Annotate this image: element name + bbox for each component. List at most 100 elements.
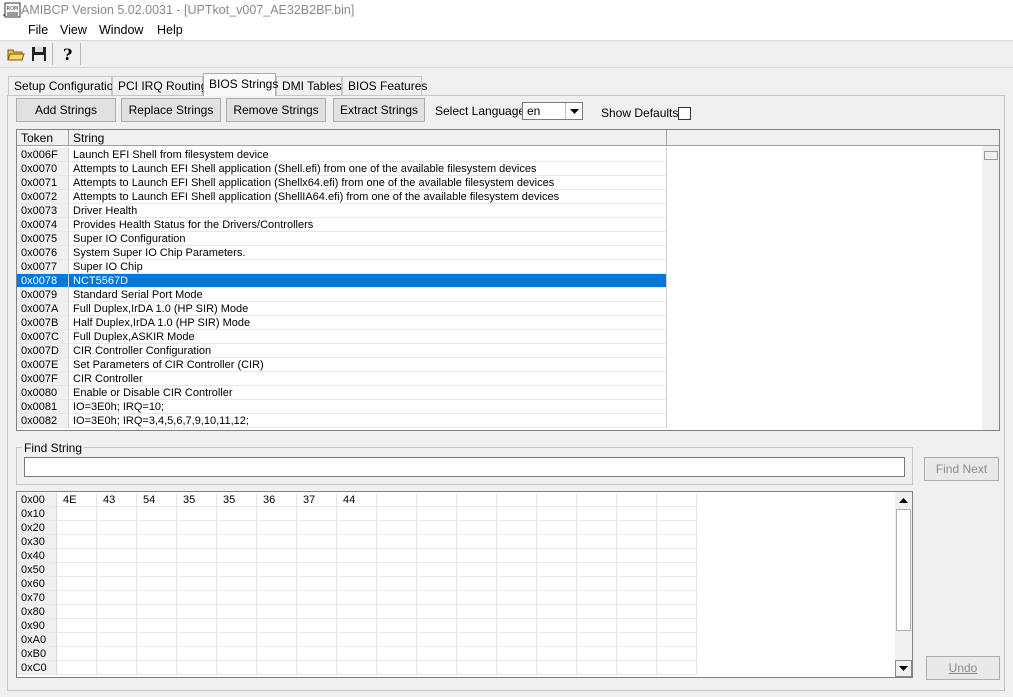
hex-byte-cell[interactable]	[417, 521, 457, 535]
extract-strings-button[interactable]: Extract Strings	[333, 98, 425, 122]
hex-byte-cell[interactable]	[337, 647, 377, 661]
hex-byte-cell[interactable]	[177, 647, 217, 661]
hex-byte-cell[interactable]	[537, 549, 577, 563]
tab-bios-features[interactable]: BIOS Features	[342, 76, 427, 95]
hex-byte-cell[interactable]	[337, 619, 377, 633]
hex-byte-cell[interactable]	[377, 577, 417, 591]
hex-byte-cell[interactable]	[377, 549, 417, 563]
hex-byte-cell[interactable]	[257, 647, 297, 661]
hex-byte-cell[interactable]	[417, 619, 457, 633]
hex-byte-cell[interactable]	[417, 493, 457, 507]
hex-byte-cell[interactable]	[137, 633, 177, 647]
table-row[interactable]: 0x0073 Driver Health	[17, 204, 667, 218]
hex-byte-cell[interactable]	[577, 521, 617, 535]
table-row[interactable]: 0x007E Set Parameters of CIR Controller (…	[17, 358, 667, 372]
hex-byte-cell[interactable]	[657, 661, 697, 675]
hex-byte-cell[interactable]	[497, 549, 537, 563]
hex-byte-cell[interactable]	[417, 647, 457, 661]
string-cell[interactable]: Provides Health Status for the Drivers/C…	[69, 218, 667, 232]
language-select[interactable]: en	[522, 102, 583, 120]
string-cell[interactable]: Standard Serial Port Mode	[69, 288, 667, 302]
hex-byte-cell[interactable]	[657, 591, 697, 605]
hex-byte-cell[interactable]	[257, 577, 297, 591]
hex-byte-cell[interactable]	[137, 507, 177, 521]
hex-byte-cell[interactable]	[457, 535, 497, 549]
hex-byte-cell[interactable]	[297, 619, 337, 633]
hex-byte-cell[interactable]	[137, 619, 177, 633]
hex-byte-cell[interactable]	[57, 521, 97, 535]
hex-byte-cell[interactable]	[497, 577, 537, 591]
hex-byte-cell[interactable]	[537, 521, 577, 535]
hex-byte-cell[interactable]	[257, 605, 297, 619]
string-cell[interactable]: IO=3E0h; IRQ=3,4,5,6,7,9,10,11,12;	[69, 414, 667, 428]
hex-byte-cell[interactable]	[617, 563, 657, 577]
hex-byte-cell[interactable]	[457, 591, 497, 605]
hex-byte-cell[interactable]	[297, 647, 337, 661]
hex-byte-cell[interactable]	[657, 493, 697, 507]
hex-byte-cell[interactable]	[177, 563, 217, 577]
hex-byte-cell[interactable]	[217, 521, 257, 535]
hex-byte-cell[interactable]	[657, 521, 697, 535]
table-row[interactable]: 0x007D CIR Controller Configuration	[17, 344, 667, 358]
grid-scrollbar[interactable]	[982, 146, 999, 430]
string-cell[interactable]: IO=3E0h; IRQ=10;	[69, 400, 667, 414]
hex-byte-cell[interactable]	[97, 549, 137, 563]
hex-byte-cell[interactable]: 4E	[57, 493, 97, 507]
hex-byte-cell[interactable]	[297, 577, 337, 591]
hex-byte-cell[interactable]	[57, 619, 97, 633]
hex-byte-cell[interactable]	[577, 661, 617, 675]
menu-window[interactable]: Window	[99, 23, 143, 37]
menu-help[interactable]: Help	[157, 23, 183, 37]
hex-byte-cell[interactable]	[257, 535, 297, 549]
hex-byte-cell[interactable]	[97, 605, 137, 619]
replace-strings-button[interactable]: Replace Strings	[121, 98, 221, 122]
hex-byte-cell[interactable]	[657, 619, 697, 633]
hex-byte-cell[interactable]	[97, 591, 137, 605]
hex-byte-cell[interactable]	[177, 605, 217, 619]
hex-byte-cell[interactable]	[217, 535, 257, 549]
hex-byte-cell[interactable]	[257, 521, 297, 535]
hex-byte-cell[interactable]	[297, 549, 337, 563]
hex-byte-cell[interactable]	[217, 619, 257, 633]
hex-byte-cell[interactable]	[497, 563, 537, 577]
chevron-down-icon[interactable]	[565, 103, 582, 119]
hex-byte-cell[interactable]	[377, 521, 417, 535]
add-strings-button[interactable]: Add Strings	[16, 98, 116, 122]
table-row[interactable]: 0x0081 IO=3E0h; IRQ=10;	[17, 400, 667, 414]
string-cell[interactable]: Full Duplex,ASKIR Mode	[69, 330, 667, 344]
hex-byte-cell[interactable]	[577, 563, 617, 577]
string-cell[interactable]: Driver Health	[69, 204, 667, 218]
hex-byte-cell[interactable]	[537, 647, 577, 661]
hex-byte-cell[interactable]	[137, 577, 177, 591]
hex-byte-cell[interactable]	[577, 549, 617, 563]
table-row[interactable]: 0x007C Full Duplex,ASKIR Mode	[17, 330, 667, 344]
hex-byte-cell[interactable]	[137, 647, 177, 661]
hex-byte-cell[interactable]	[377, 661, 417, 675]
hex-byte-cell[interactable]	[97, 521, 137, 535]
tab-dmi-tables[interactable]: DMI Tables	[276, 76, 342, 95]
hex-byte-cell[interactable]	[137, 661, 177, 675]
hex-byte-cell[interactable]	[57, 591, 97, 605]
hex-byte-cell[interactable]	[497, 647, 537, 661]
hex-byte-cell[interactable]	[97, 507, 137, 521]
hex-byte-cell[interactable]	[457, 521, 497, 535]
hex-byte-cell[interactable]	[377, 633, 417, 647]
grid-scroll-thumb[interactable]	[984, 151, 998, 160]
string-cell[interactable]: Launch EFI Shell from filesystem device	[69, 148, 667, 162]
remove-strings-button[interactable]: Remove Strings	[226, 98, 326, 122]
hex-byte-cell[interactable]	[97, 647, 137, 661]
table-row[interactable]: 0x0070 Attempts to Launch EFI Shell appli…	[17, 162, 667, 176]
table-row[interactable]: 0x0079 Standard Serial Port Mode	[17, 288, 667, 302]
hex-scroll-thumb[interactable]	[896, 509, 911, 631]
hex-byte-cell[interactable]	[217, 563, 257, 577]
hex-byte-cell[interactable]	[377, 647, 417, 661]
hex-byte-cell[interactable]	[57, 577, 97, 591]
hex-byte-cell[interactable]	[617, 493, 657, 507]
table-row[interactable]: 0x007B Half Duplex,IrDA 1.0 (HP SIR) Mode	[17, 316, 667, 330]
hex-byte-cell[interactable]	[97, 563, 137, 577]
hex-byte-cell[interactable]	[457, 493, 497, 507]
hex-byte-cell[interactable]	[657, 535, 697, 549]
hex-byte-cell[interactable]	[337, 633, 377, 647]
hex-byte-cell[interactable]	[97, 661, 137, 675]
hex-byte-cell[interactable]	[97, 619, 137, 633]
